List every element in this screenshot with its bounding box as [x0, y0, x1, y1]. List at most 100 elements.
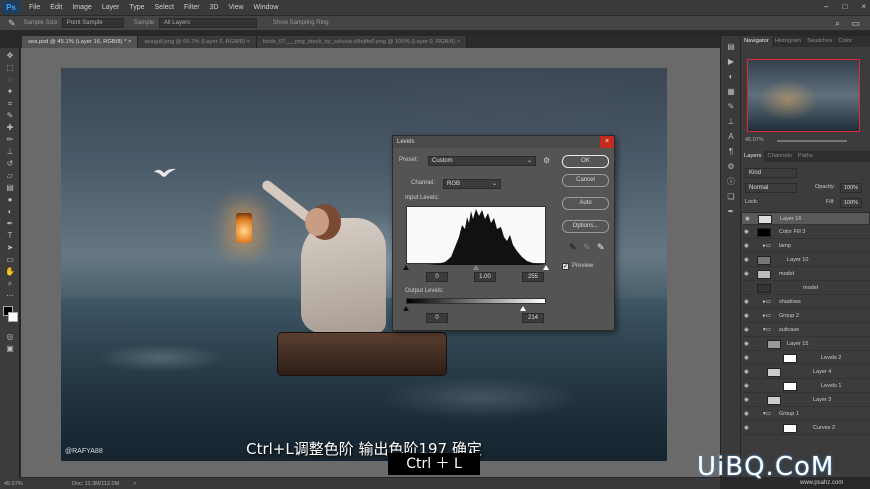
layer-row[interactable]: ◉ Layer 16	[741, 212, 870, 225]
options-button[interactable]: Options...	[562, 220, 609, 233]
visibility-eye-icon[interactable]: ◉	[744, 296, 752, 309]
color-panel-icon[interactable]: ◐	[726, 72, 736, 81]
quick-select-tool-icon[interactable]: ✦	[4, 87, 16, 96]
tab-seagull-png[interactable]: seagull.png @ 66.7% (Layer 0, RGB/8) ×	[138, 36, 258, 48]
color-swatches[interactable]	[3, 306, 18, 326]
layer-group-row[interactable]: ◉ ▾▭ Group 1	[741, 408, 870, 421]
opacity-field[interactable]: 100%	[840, 183, 862, 193]
visibility-eye-icon[interactable]: ◉	[744, 380, 752, 393]
tab-paths[interactable]: Paths	[795, 151, 816, 162]
tab-sea-psd[interactable]: sea.psd @ 45.1% (Layer 16, RGB/8) * ×	[22, 36, 139, 48]
menu-view[interactable]: View	[229, 4, 244, 11]
input-black-field[interactable]: 0	[426, 272, 448, 282]
fill-field[interactable]: 100%	[840, 198, 862, 208]
menu-type[interactable]: Type	[129, 4, 144, 11]
tab-swatches[interactable]: Swatches	[804, 36, 835, 47]
workspace-icon[interactable]: ▭	[851, 18, 860, 29]
input-white-slider[interactable]	[543, 265, 549, 270]
visibility-eye-icon[interactable]: ◉	[744, 352, 752, 365]
visibility-eye-icon[interactable]: ◉	[744, 408, 752, 421]
output-black-field[interactable]: 0	[426, 313, 448, 323]
maximize-button[interactable]: □	[842, 2, 847, 11]
menu-edit[interactable]: Edit	[50, 4, 62, 11]
visibility-eye-icon[interactable]: ◉	[744, 394, 752, 407]
sample-select[interactable]: All Layers	[158, 18, 257, 28]
preset-options-gear-icon[interactable]: ⚙	[543, 156, 550, 165]
zoom-level[interactable]: 45.07%	[4, 481, 44, 487]
minimize-button[interactable]: –	[824, 2, 828, 11]
visibility-eye-icon[interactable]: ◉	[744, 268, 752, 281]
menu-image[interactable]: Image	[72, 4, 91, 11]
paths-panel-icon[interactable]: ✒	[726, 207, 736, 216]
visibility-eye-icon[interactable]: ◉	[745, 213, 753, 226]
navigator-zoom-slider[interactable]	[777, 140, 847, 142]
output-white-slider[interactable]	[520, 306, 526, 311]
menu-layer[interactable]: Layer	[102, 4, 120, 11]
layer-comps-icon[interactable]: ❏	[726, 192, 736, 201]
layer-group-row[interactable]: ◉ ▾▭ suitcase	[741, 324, 870, 337]
gray-eyedropper-icon[interactable]: ✎	[583, 242, 591, 253]
shape-tool-icon[interactable]: ▭	[4, 255, 16, 264]
menu-3d[interactable]: 3D	[210, 4, 219, 11]
layer-row[interactable]: model	[741, 282, 870, 295]
type-tool-icon[interactable]: T	[4, 231, 16, 240]
healing-tool-icon[interactable]: ✚	[4, 123, 16, 132]
visibility-eye-icon[interactable]: ◉	[744, 422, 752, 435]
move-tool-icon[interactable]: ✥	[4, 51, 16, 60]
output-white-field[interactable]: 214	[522, 313, 544, 323]
character-panel-icon[interactable]: A	[726, 132, 736, 141]
dodge-tool-icon[interactable]: ◐	[4, 207, 16, 216]
actions-panel-icon[interactable]: ▶	[726, 57, 736, 66]
search-icon[interactable]: ⌕	[835, 18, 840, 29]
white-eyedropper-icon[interactable]: ✎	[597, 242, 605, 253]
output-black-slider[interactable]	[403, 306, 409, 311]
layer-row[interactable]: ◉ Layer 15	[741, 338, 870, 351]
blend-mode-select[interactable]: Normal	[745, 183, 797, 193]
close-icon[interactable]: ×	[600, 136, 614, 148]
lasso-tool-icon[interactable]: ◌	[4, 75, 16, 84]
tab-channels[interactable]: Channels	[764, 151, 795, 162]
auto-button[interactable]: Auto	[562, 197, 609, 210]
tab-histogram[interactable]: Histogram	[772, 36, 804, 47]
close-tab-icon[interactable]: ×	[457, 39, 460, 45]
layer-row[interactable]: ◉ Layer 4	[741, 366, 870, 379]
gradient-tool-icon[interactable]: ▤	[4, 183, 16, 192]
visibility-eye-icon[interactable]: ◉	[744, 338, 752, 351]
tab-navigator[interactable]: Navigator	[741, 36, 772, 47]
visibility-eye-icon[interactable]: ◉	[744, 324, 752, 337]
channel-select[interactable]: RGB ⌄	[443, 179, 501, 189]
eyedropper-tool-icon[interactable]: ✎	[4, 111, 16, 120]
tab-layers[interactable]: Layers	[741, 151, 765, 162]
status-menu-arrow-icon[interactable]: >	[133, 481, 136, 487]
screen-mode-icon[interactable]: ▣	[4, 344, 16, 353]
swatches-panel-icon[interactable]: ▦	[726, 87, 736, 96]
input-gamma-slider[interactable]	[473, 265, 479, 270]
paragraph-panel-icon[interactable]: ¶	[726, 147, 736, 156]
properties-panel-icon[interactable]: ⚙	[726, 162, 736, 171]
menu-window[interactable]: Window	[254, 4, 279, 11]
layer-group-row[interactable]: ◉ ▸▭ Group 2	[741, 310, 870, 323]
navigator-preview[interactable]	[747, 59, 860, 132]
eraser-tool-icon[interactable]: ▱	[4, 171, 16, 180]
visibility-eye-icon[interactable]: ◉	[744, 254, 752, 267]
input-gamma-field[interactable]: 1.00	[474, 272, 496, 282]
eyedropper-tool-icon[interactable]: ✎	[8, 18, 16, 29]
layer-filter-kind[interactable]: Kind	[745, 168, 797, 178]
crop-tool-icon[interactable]: ⌗	[4, 99, 16, 108]
close-tab-icon[interactable]: ×	[247, 39, 250, 45]
zoom-tool-icon[interactable]: ⌕	[4, 279, 16, 288]
ok-button[interactable]: OK	[562, 155, 609, 168]
levels-title-bar[interactable]: Levels ×	[393, 136, 614, 148]
brush-panel-icon[interactable]: ✎	[726, 102, 736, 111]
history-brush-tool-icon[interactable]: ↺	[4, 159, 16, 168]
path-select-tool-icon[interactable]: ➤	[4, 243, 16, 252]
layer-row[interactable]: ◉ Levels 2	[741, 352, 870, 365]
black-eyedropper-icon[interactable]: ✎	[569, 242, 577, 253]
layer-row[interactable]: ◉ Color Fill 3	[741, 226, 870, 239]
layer-row[interactable]: ◉ Levels 1	[741, 380, 870, 393]
input-white-field[interactable]: 255	[522, 272, 544, 282]
visibility-eye-icon[interactable]: ◉	[744, 240, 752, 253]
clone-stamp-tool-icon[interactable]: ⊥	[4, 147, 16, 156]
canvas-area[interactable]: @RAFYA88 Ctrl+L调整色阶 输出色阶197 确定	[21, 48, 720, 477]
blur-tool-icon[interactable]: ●	[4, 195, 16, 204]
